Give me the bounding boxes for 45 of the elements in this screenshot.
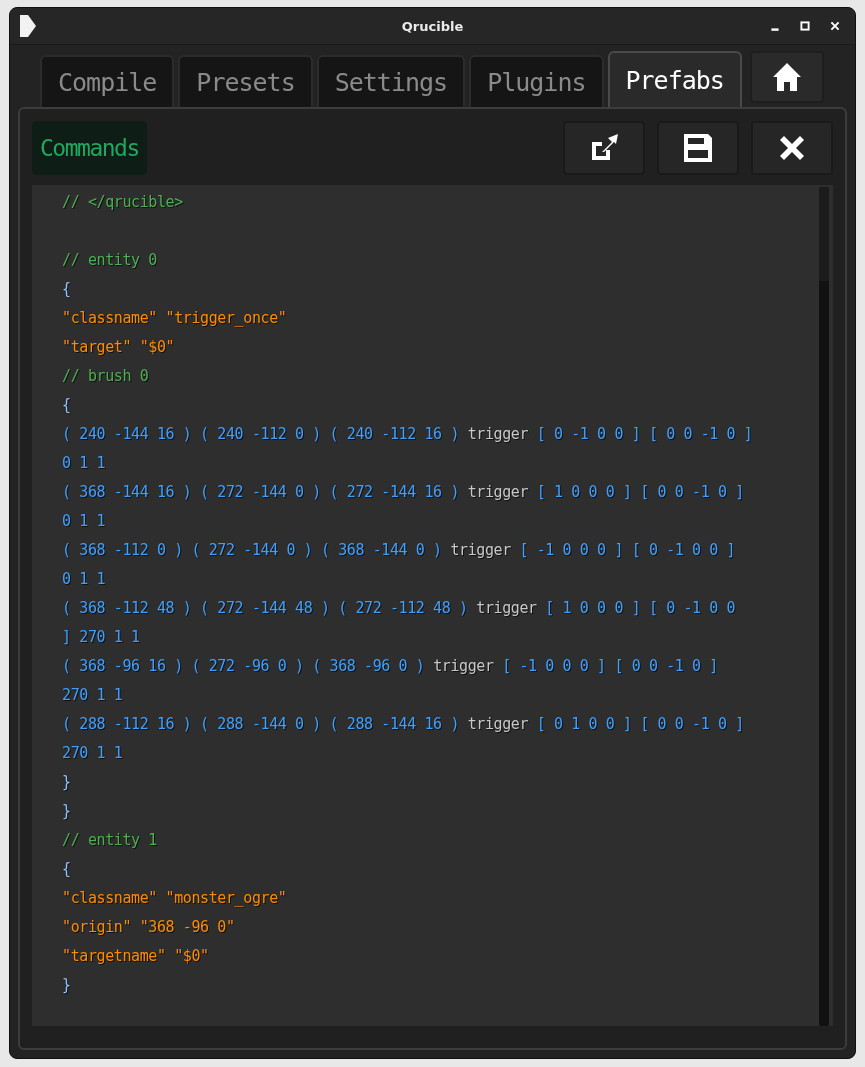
save-icon: [682, 132, 714, 164]
tab[interactable]: Plugins: [469, 55, 604, 107]
save-button[interactable]: [657, 121, 739, 175]
code-line: "target" "$0": [62, 337, 175, 356]
code-line: ( 288 -112 16 ) ( 288 -144 0 ) ( 288 -144 16 ) trigger [ 0 1 0 0 ] [ 0 0 -1 0 ]: [62, 714, 744, 733]
code-line: {: [62, 279, 71, 298]
scrollbar[interactable]: [819, 187, 829, 1026]
code-line: ] 270 1 1: [62, 627, 140, 646]
code-line: // </qrucible>: [62, 192, 183, 211]
code-line: // brush 0: [62, 366, 149, 385]
close-icon[interactable]: [829, 20, 841, 32]
tab[interactable]: Prefabs: [607, 51, 742, 107]
scrollbar-thumb[interactable]: [819, 187, 829, 281]
code-line: {: [62, 395, 71, 414]
code-line: ( 368 -112 48 ) ( 272 -144 48 ) ( 272 -112 48 ) trigger [ 1 0 0 0 ] [ 0 -1 0 0: [62, 598, 736, 617]
tab[interactable]: Settings: [316, 55, 466, 107]
code-line: ( 368 -96 16 ) ( 272 -96 0 ) ( 368 -96 0 ) trigger [ -1 0 0 0 ] [ 0 0 -1 0 ]: [62, 656, 718, 675]
tab[interactable]: Presets: [178, 55, 313, 107]
code-line: "targetname" "$0": [62, 946, 209, 965]
code-line: "classname" "trigger_once": [62, 308, 287, 327]
code-line: ( 368 -112 0 ) ( 272 -144 0 ) ( 368 -144 0 ) trigger [ -1 0 0 0 ] [ 0 -1 0 0 ]: [62, 540, 736, 559]
commands-button[interactable]: Commands: [32, 121, 147, 175]
home-button[interactable]: [749, 51, 824, 103]
code-line: 270 1 1: [62, 685, 123, 704]
app-logo-icon: [18, 14, 38, 38]
code-line: 270 1 1: [62, 743, 123, 762]
code-line: ( 240 -144 16 ) ( 240 -112 0 ) ( 240 -112 16 ) trigger [ 0 -1 0 0 ] [ 0 0 -1 0 ]: [62, 424, 753, 443]
code-line: // entity 1: [62, 830, 157, 849]
code-line: 0 1 1: [62, 453, 106, 472]
code-line: }: [62, 772, 71, 791]
code-line: {: [62, 859, 71, 878]
code-line: 0 1 1: [62, 569, 106, 588]
code-line: }: [62, 975, 71, 994]
close-button[interactable]: [751, 121, 833, 175]
code-line: 0 1 1: [62, 511, 106, 530]
code-line: ( 368 -144 16 ) ( 272 -144 0 ) ( 272 -144 16 ) trigger [ 1 0 0 0 ] [ 0 0 -1 0 ]: [62, 482, 744, 501]
code-line: }: [62, 801, 71, 820]
export-button[interactable]: [563, 121, 645, 175]
tab[interactable]: Compile: [40, 55, 175, 107]
code-line: "classname" "monster_ogre": [62, 888, 287, 907]
maximize-icon[interactable]: [799, 20, 811, 32]
code-line: "origin" "368 -96 0": [62, 917, 235, 936]
window-title: Qrucible: [401, 18, 464, 34]
code-editor[interactable]: [32, 185, 833, 1026]
code-line: // entity 0: [62, 250, 157, 269]
